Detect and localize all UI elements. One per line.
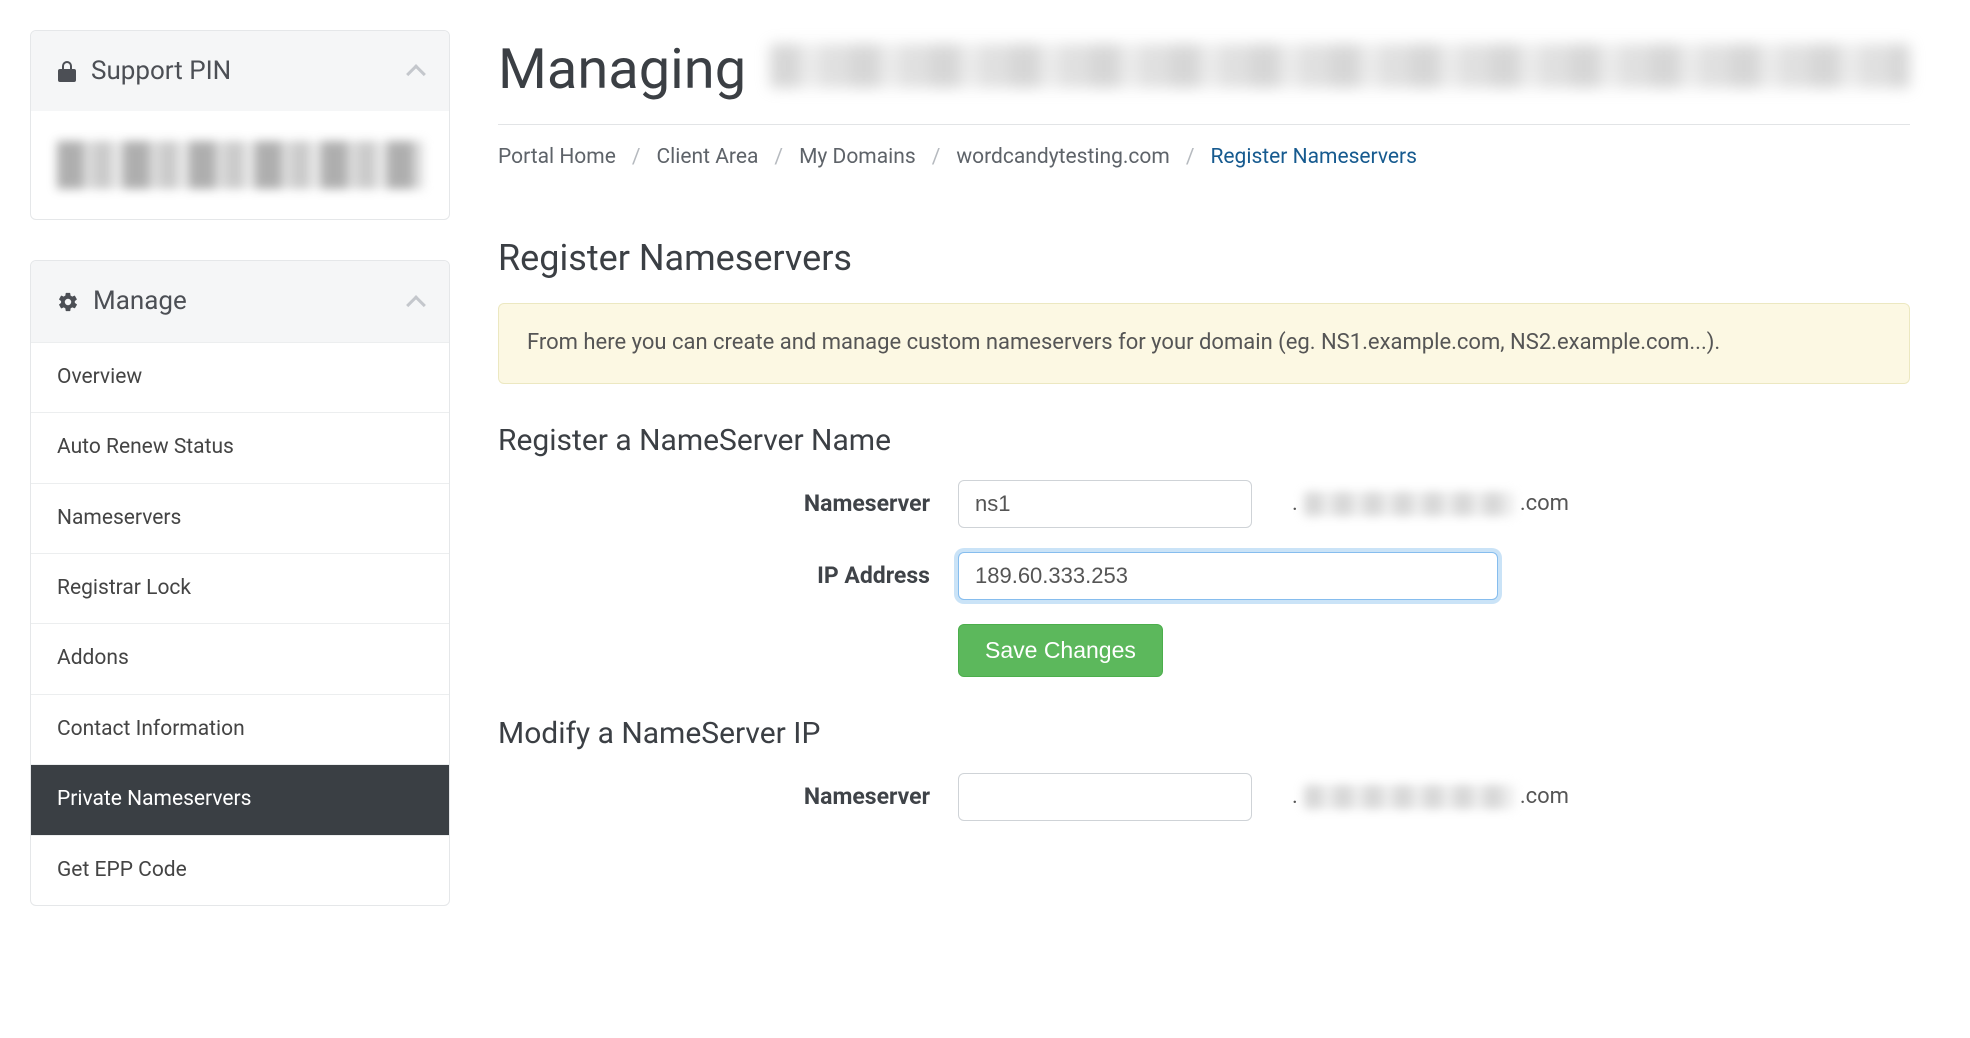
register-subtitle: Register a NameServer Name <box>498 420 1910 462</box>
breadcrumb-sep: / <box>1180 143 1201 172</box>
sidebar-item-auto-renew[interactable]: Auto Renew Status <box>31 412 449 482</box>
modify-subtitle: Modify a NameServer IP <box>498 713 1910 755</box>
register-ip-label: IP Address <box>498 560 958 592</box>
breadcrumb-item[interactable]: My Domains <box>799 143 916 172</box>
sidebar-item-nameservers[interactable]: Nameservers <box>31 483 449 553</box>
modify-nameserver-suffix: . .com <box>1292 782 1569 813</box>
sidebar-item-label: Overview <box>57 365 142 389</box>
support-pin-body <box>31 111 449 219</box>
support-pin-header[interactable]: Support PIN <box>31 31 449 111</box>
manage-title: Manage <box>93 283 187 319</box>
page-title-row: Managing <box>498 30 1910 125</box>
breadcrumb-item[interactable]: wordcandytesting.com <box>956 143 1169 172</box>
gear-icon <box>57 291 79 313</box>
save-changes-button[interactable]: Save Changes <box>958 624 1163 677</box>
main-content: Managing Portal Home / Client Area / My … <box>498 30 1940 946</box>
manage-menu: Overview Auto Renew Status Nameservers R… <box>31 342 449 905</box>
sidebar-item-label: Contact Information <box>57 717 245 741</box>
breadcrumb-sep: / <box>626 143 647 172</box>
suffix-tld: .com <box>1520 782 1569 813</box>
sidebar-item-label: Private Nameservers <box>57 787 252 811</box>
redacted-pin <box>57 141 423 189</box>
redacted-domain-title <box>770 44 1910 88</box>
suffix-dot: . <box>1292 489 1298 520</box>
breadcrumb-item[interactable]: Client Area <box>657 143 759 172</box>
sidebar-item-addons[interactable]: Addons <box>31 623 449 693</box>
support-pin-panel: Support PIN <box>30 30 450 220</box>
sidebar-item-overview[interactable]: Overview <box>31 342 449 412</box>
info-alert: From here you can create and manage cust… <box>498 303 1910 384</box>
breadcrumb-sep: / <box>768 143 789 172</box>
sidebar-item-epp-code[interactable]: Get EPP Code <box>31 835 449 905</box>
section-title: Register Nameservers <box>498 233 1910 283</box>
suffix-dot: . <box>1292 782 1298 813</box>
sidebar-item-contact-info[interactable]: Contact Information <box>31 694 449 764</box>
breadcrumb-item[interactable]: Portal Home <box>498 143 616 172</box>
modify-nameserver-input[interactable] <box>958 773 1252 821</box>
modify-nameserver-label: Nameserver <box>498 781 958 813</box>
chevron-up-icon <box>406 64 426 84</box>
sidebar-item-registrar-lock[interactable]: Registrar Lock <box>31 553 449 623</box>
sidebar-item-label: Auto Renew Status <box>57 435 234 459</box>
support-pin-title: Support PIN <box>91 53 231 89</box>
breadcrumb-sep: / <box>926 143 947 172</box>
register-ip-row: IP Address <box>498 552 1910 600</box>
register-nameserver-input[interactable] <box>958 480 1252 528</box>
page-title: Managing <box>498 30 746 108</box>
breadcrumb-current: Register Nameservers <box>1210 143 1417 172</box>
sidebar-item-label: Nameservers <box>57 506 181 530</box>
manage-header[interactable]: Manage <box>31 261 449 341</box>
sidebar-item-label: Get EPP Code <box>57 858 187 882</box>
redacted-domain <box>1304 492 1514 516</box>
lock-icon <box>57 60 77 82</box>
register-nameserver-label: Nameserver <box>498 488 958 520</box>
sidebar-item-label: Registrar Lock <box>57 576 191 600</box>
redacted-domain <box>1304 785 1514 809</box>
register-button-row: Save Changes <box>498 624 1910 677</box>
register-nameserver-row: Nameserver . .com <box>498 480 1910 528</box>
sidebar-item-private-nameservers[interactable]: Private Nameservers <box>31 764 449 834</box>
manage-panel: Manage Overview Auto Renew Status Namese… <box>30 260 450 906</box>
modify-nameserver-row: Nameserver . .com <box>498 773 1910 821</box>
breadcrumb: Portal Home / Client Area / My Domains /… <box>498 125 1910 172</box>
sidebar-item-label: Addons <box>57 646 129 670</box>
suffix-tld: .com <box>1520 489 1569 520</box>
sidebar: Support PIN Manage Overview Auto Renew S… <box>30 30 450 946</box>
register-ip-input[interactable] <box>958 552 1498 600</box>
chevron-up-icon <box>406 295 426 315</box>
register-nameserver-suffix: . .com <box>1292 489 1569 520</box>
